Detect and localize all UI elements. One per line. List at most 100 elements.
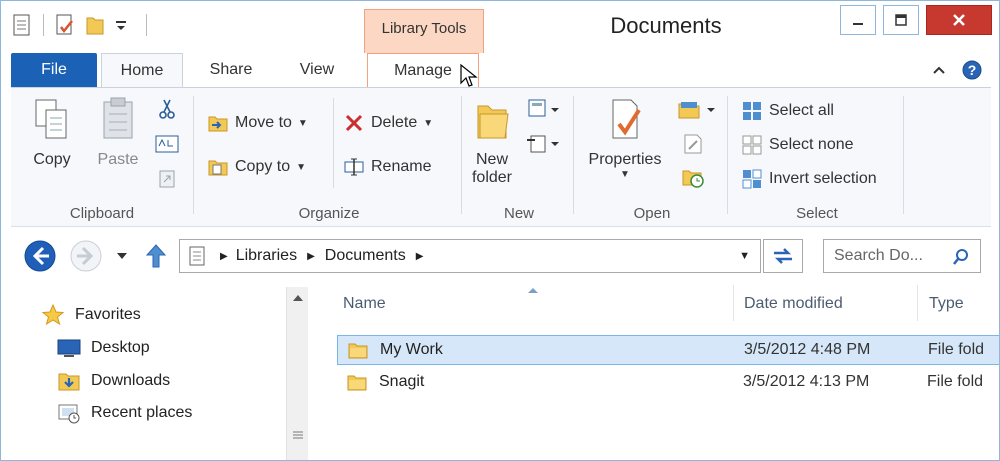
column-header-name[interactable]: Name [343,295,386,313]
nav-pane-scrollbar[interactable] [286,287,308,460]
breadcrumb-chevron-icon[interactable]: ▶ [416,251,424,262]
minimize-ribbon-icon[interactable] [931,62,947,78]
copy-path-icon[interactable] [155,134,179,154]
close-icon [953,14,965,26]
scroll-up-icon[interactable] [292,293,304,303]
organize-inner-separator [333,98,334,188]
new-item-icon[interactable] [525,98,561,120]
explorer-window: Library Tools Documents File Home Share … [0,0,1000,461]
qat-separator [146,14,147,36]
recent-locations-dropdown-icon[interactable] [115,249,129,263]
maximize-button[interactable] [883,5,919,35]
cut-icon[interactable] [157,98,177,120]
tab-home[interactable]: Home [101,53,183,88]
column-header-type[interactable]: Type [929,295,964,313]
select-all-button[interactable]: Select all [741,100,834,122]
select-none-button[interactable]: Select none [741,134,854,156]
organize-group-label: Organize [298,205,360,222]
breadcrumb-documents[interactable]: Documents [325,247,406,265]
clipboard-group-label: Clipboard [69,205,135,222]
move-to-dropdown-icon: ▼ [297,117,308,129]
edit-icon[interactable] [681,132,705,156]
copy-to-icon [208,160,228,176]
new-folder-button[interactable]: New folder [465,96,519,187]
column-separator[interactable] [917,285,918,321]
paste-label: Paste [97,151,139,168]
up-arrow-icon[interactable] [145,243,167,269]
copy-icon [35,99,67,139]
paste-button[interactable]: Paste [89,96,147,169]
breadcrumb-chevron-icon[interactable]: ▶ [307,251,315,262]
column-separator[interactable] [733,285,734,321]
library-tools-context-label: Library Tools [364,9,484,53]
address-dropdown-icon[interactable]: ▼ [739,250,750,262]
svg-text:?: ? [968,62,977,78]
copy-to-button[interactable]: Copy to ▼ [207,156,306,178]
desktop-icon [57,339,81,357]
properties-check-icon[interactable] [54,13,76,37]
tab-share[interactable]: Share [191,53,271,87]
breadcrumb-chevron-icon[interactable]: ▶ [220,251,228,262]
nav-item-downloads[interactable]: Downloads [57,369,170,393]
tab-view[interactable]: View [279,53,355,87]
tab-file[interactable]: File [11,53,97,87]
group-separator [193,96,194,214]
select-group-label: Select [796,205,838,222]
column-header-date-modified[interactable]: Date modified [744,295,843,313]
search-input[interactable]: Search Do... [834,247,923,265]
group-separator [461,96,462,214]
ribbon: Copy Paste Clipboard Move to ▼ Copy to ▼ [11,87,991,227]
help-icon[interactable]: ? [961,59,983,81]
delete-button[interactable]: Delete ▼ [343,112,433,134]
select-none-icon [742,135,762,155]
nav-favorites-label: Favorites [75,306,141,323]
file-name-cell: My Work [348,341,443,359]
properties-icon[interactable] [11,13,33,37]
new-group-label: New [503,205,534,222]
search-icon[interactable] [952,248,970,266]
refresh-button[interactable] [763,239,803,273]
copy-button[interactable]: Copy [23,96,81,169]
delete-icon [345,114,363,132]
title-bar: Library Tools Documents [1,1,999,53]
invert-selection-button[interactable]: Invert selection [741,168,877,190]
navigation-pane: Favorites Desktop Downloads Recent place… [1,283,311,460]
minimize-button[interactable] [840,5,876,35]
file-row-snagit[interactable]: Snagit 3/5/2012 4:13 PM File fold [337,367,999,397]
new-folder-icon[interactable] [84,13,106,37]
open-group: Properties ▼ Open [577,88,727,228]
copy-to-label: Copy to [235,158,291,175]
file-row-my-work[interactable]: My Work 3/5/2012 4:48 PM File fold [337,335,999,365]
properties-button[interactable]: Properties ▼ [583,96,667,180]
maximize-icon [895,14,907,26]
select-all-icon [743,102,761,120]
customize-qat-dropdown-icon[interactable] [114,13,136,37]
move-to-button[interactable]: Move to ▼ [207,112,308,134]
paste-shortcut-icon[interactable] [157,168,177,190]
open-with-icon[interactable] [675,98,719,122]
invert-selection-label: Invert selection [769,170,877,187]
nav-recent-places-label: Recent places [91,404,193,421]
search-box[interactable]: Search Do... [823,239,981,273]
new-folder-big-icon [477,105,509,139]
breadcrumb-libraries[interactable]: Libraries [236,247,297,265]
close-button[interactable] [926,5,992,35]
recent-places-icon [58,404,80,424]
back-button[interactable] [23,239,57,273]
window-title: Documents [610,13,722,38]
nav-desktop-label: Desktop [91,339,150,356]
invert-selection-icon [742,169,762,189]
file-type: File fold [927,373,984,390]
nav-item-desktop[interactable]: Desktop [57,337,150,359]
navigation-bar: ▶ Libraries ▶ Documents ▶ ▼ Search Do... [11,233,991,279]
nav-item-favorites[interactable]: Favorites [41,303,141,327]
properties-label: Properties [588,151,662,168]
easy-access-icon[interactable] [525,132,561,154]
rename-button[interactable]: Rename [343,156,431,178]
history-icon[interactable] [681,166,707,190]
address-bar[interactable]: ▶ Libraries ▶ Documents ▶ ▼ [179,239,761,273]
nav-item-recent-places[interactable]: Recent places [57,401,192,425]
scroll-grip-icon[interactable] [292,429,304,441]
forward-button[interactable] [69,239,103,273]
rename-icon [344,158,364,176]
